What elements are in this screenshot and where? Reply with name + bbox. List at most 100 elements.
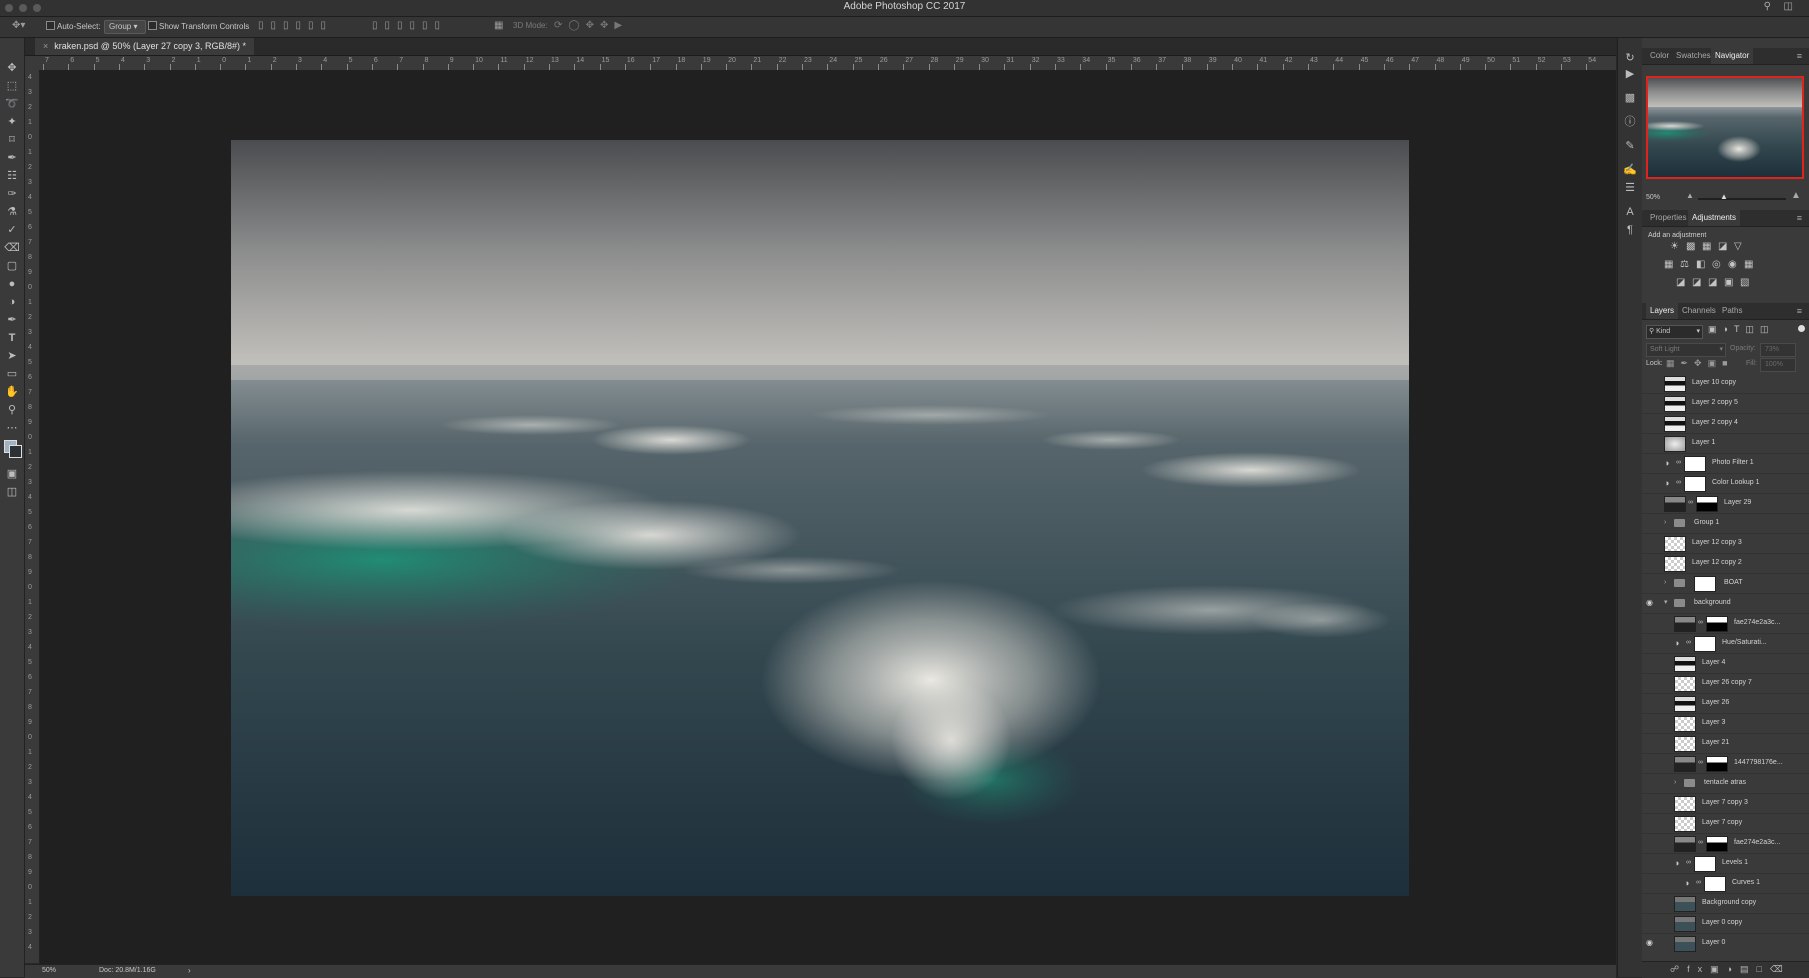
layer-mask-thumbnail[interactable] bbox=[1696, 496, 1718, 512]
mask-link-icon[interactable]: ∞ bbox=[1688, 493, 1693, 513]
move-tool-preset-icon[interactable]: ✥▾ bbox=[12, 20, 25, 31]
curves-icon[interactable]: ▦ bbox=[1702, 241, 1711, 252]
layer-thumbnail[interactable] bbox=[1674, 616, 1696, 632]
type-tool-icon[interactable]: T bbox=[2, 330, 22, 346]
threshold-icon[interactable]: ◪ bbox=[1708, 277, 1717, 288]
layer-row[interactable]: Layer 1 bbox=[1642, 433, 1809, 454]
layer-mask-thumbnail[interactable] bbox=[1684, 476, 1706, 492]
mask-link-icon[interactable]: ∞ bbox=[1698, 833, 1703, 853]
hand-tool-icon[interactable]: ✋ bbox=[2, 384, 22, 400]
fill-field[interactable]: 100% bbox=[1760, 358, 1796, 372]
brightness-icon[interactable]: ☀ bbox=[1670, 241, 1679, 252]
layer-row[interactable]: ∞ fae274e2a3c... bbox=[1642, 833, 1809, 854]
layer-mask-thumbnail[interactable] bbox=[1704, 876, 1726, 892]
more-tools-icon[interactable]: ⋯ bbox=[2, 420, 22, 436]
brush-presets-icon[interactable]: ✍ bbox=[1622, 162, 1638, 178]
layer-row[interactable]: ∞ 1447798176e... bbox=[1642, 753, 1809, 774]
layer-row[interactable]: Layer 4 bbox=[1642, 653, 1809, 674]
history-brush-tool-icon[interactable]: ✓ bbox=[2, 222, 22, 238]
mask-link-icon[interactable]: ∞ bbox=[1686, 633, 1691, 653]
layer-thumbnail[interactable] bbox=[1674, 916, 1696, 932]
magic-wand-tool-icon[interactable]: ✦ bbox=[2, 114, 22, 130]
tab-navigator[interactable]: Navigator bbox=[1711, 48, 1754, 64]
character-panel-icon[interactable]: A bbox=[1622, 204, 1638, 220]
exposure-icon[interactable]: ◪ bbox=[1718, 241, 1727, 252]
layer-thumbnail[interactable] bbox=[1664, 436, 1686, 452]
layer-row[interactable]: Layer 26 copy 7 bbox=[1642, 673, 1809, 694]
brush-tool-icon[interactable]: ✑ bbox=[2, 186, 22, 202]
blend-mode-dropdown[interactable]: Soft Light ▾ bbox=[1646, 343, 1726, 357]
auto-select-dropdown[interactable]: Group ▾ bbox=[104, 20, 146, 34]
mask-link-icon[interactable]: ∞ bbox=[1676, 473, 1681, 493]
kind-filter-dropdown[interactable]: ⚲ Kind ▾ bbox=[1646, 325, 1703, 339]
layer-mask-thumbnail[interactable] bbox=[1706, 756, 1728, 772]
tab-adjustments[interactable]: Adjustments bbox=[1688, 210, 1741, 226]
mask-link-icon[interactable]: ∞ bbox=[1698, 613, 1703, 633]
healing-brush-tool-icon[interactable]: ☷ bbox=[2, 168, 22, 184]
black-white-icon[interactable]: ◧ bbox=[1696, 259, 1705, 270]
layer-visibility-icon[interactable]: ◉ bbox=[1646, 933, 1658, 953]
layer-row[interactable]: Layer 12 copy 3 bbox=[1642, 533, 1809, 554]
layer-mask-thumbnail[interactable] bbox=[1694, 856, 1716, 872]
navigator-zoom-slider-handle[interactable]: ▲ bbox=[1720, 192, 1728, 201]
layer-row[interactable]: Layer 10 copy bbox=[1642, 373, 1809, 394]
layer-thumbnail[interactable] bbox=[1674, 656, 1696, 672]
actions-panel-icon[interactable]: ▶ bbox=[1622, 66, 1638, 82]
layers-menu-icon[interactable]: ≡ bbox=[1793, 303, 1806, 319]
invert-icon[interactable]: ◪ bbox=[1676, 277, 1685, 288]
color-lookup-icon[interactable]: ▦ bbox=[1744, 259, 1753, 270]
background-color-swatch[interactable] bbox=[9, 445, 22, 458]
mask-link-icon[interactable]: ∞ bbox=[1696, 873, 1701, 893]
layer-row[interactable]: Layer 21 bbox=[1642, 733, 1809, 754]
layer-row[interactable]: ◑ ∞ Hue/Saturati... bbox=[1642, 633, 1809, 654]
histogram-panel-icon[interactable]: ▩ bbox=[1622, 90, 1638, 106]
adjustment-layer-icon[interactable]: ◑ bbox=[1674, 853, 1684, 868]
gradient-tool-icon[interactable]: ▢ bbox=[2, 258, 22, 274]
lasso-tool-icon[interactable]: ➰ bbox=[2, 96, 22, 112]
auto-align-icon[interactable]: ▦ bbox=[494, 20, 503, 31]
layer-row[interactable]: Layer 26 bbox=[1642, 693, 1809, 714]
layer-thumbnail[interactable] bbox=[1664, 556, 1686, 572]
vertical-ruler[interactable]: 4 3 2 1 0 1 2 3 4 5 6 7 8 9 0 1 2 3 4 5 6 7 8 9 0 1 2 3 4 5 6 7 8 9 0 1 2 3 4 5… bbox=[25, 70, 40, 963]
layer-row[interactable]: Layer 7 copy 3 bbox=[1642, 793, 1809, 814]
layer-row[interactable]: › Group 1 bbox=[1642, 513, 1809, 534]
dodge-tool-icon[interactable]: ◑ bbox=[2, 294, 22, 310]
layer-row[interactable]: Layer 2 copy 4 bbox=[1642, 413, 1809, 434]
layer-mask-thumbnail[interactable] bbox=[1694, 636, 1716, 652]
hue-saturation-icon[interactable]: ▦ bbox=[1664, 259, 1673, 270]
layer-row[interactable]: Layer 2 copy 5 bbox=[1642, 393, 1809, 414]
pen-tool-icon[interactable]: ✒ bbox=[2, 312, 22, 328]
layer-mask-thumbnail[interactable] bbox=[1706, 836, 1728, 852]
search-icon[interactable]: ⚲ bbox=[1764, 1, 1771, 12]
layer-visibility-icon[interactable]: ◉ bbox=[1646, 593, 1658, 613]
move-tool-icon[interactable]: ✥ bbox=[2, 60, 22, 76]
adjustments-menu-icon[interactable]: ≡ bbox=[1793, 210, 1806, 226]
paragraph-panel-icon[interactable]: ¶ bbox=[1622, 222, 1638, 238]
zoom-level-field[interactable]: 50% bbox=[42, 967, 56, 974]
group-expand-icon[interactable]: › bbox=[1664, 573, 1666, 593]
layer-row[interactable]: Layer 7 copy bbox=[1642, 813, 1809, 834]
auto-select-checkbox[interactable]: Auto-Select: bbox=[46, 21, 101, 31]
layer-mask-thumbnail[interactable] bbox=[1706, 616, 1728, 632]
posterize-icon[interactable]: ◪ bbox=[1692, 277, 1701, 288]
group-expand-icon[interactable]: › bbox=[1674, 773, 1676, 793]
layer-thumbnail[interactable] bbox=[1674, 816, 1696, 832]
libraries-panel-icon[interactable]: ✎ bbox=[1622, 138, 1638, 154]
layer-row[interactable]: ◑ ∞ Photo Filter 1 bbox=[1642, 453, 1809, 474]
layer-row[interactable]: Background copy bbox=[1642, 893, 1809, 914]
zoom-out-icon[interactable]: ▲ bbox=[1686, 191, 1694, 200]
tab-swatches[interactable]: Swatches bbox=[1672, 48, 1715, 64]
layer-thumbnail[interactable] bbox=[1664, 496, 1686, 512]
mask-link-icon[interactable]: ∞ bbox=[1686, 853, 1691, 873]
layer-thumbnail[interactable] bbox=[1674, 716, 1696, 732]
layer-row[interactable]: ∞ fae274e2a3c... bbox=[1642, 613, 1809, 634]
vibrance-icon[interactable]: ▽ bbox=[1734, 241, 1742, 252]
align-icons[interactable]: ▯▯▯▯▯▯ bbox=[258, 20, 333, 31]
adjustment-layer-icon[interactable]: ◑ bbox=[1684, 873, 1694, 888]
screen-mode-icon[interactable]: ◫ bbox=[2, 484, 22, 500]
path-selection-tool-icon[interactable]: ➤ bbox=[2, 348, 22, 364]
eyedropper-tool-icon[interactable]: ✒ bbox=[2, 150, 22, 166]
workspace-icon[interactable]: ◫ bbox=[1784, 1, 1793, 12]
layer-thumbnail[interactable] bbox=[1664, 536, 1686, 552]
tab-channels[interactable]: Channels bbox=[1678, 303, 1720, 319]
